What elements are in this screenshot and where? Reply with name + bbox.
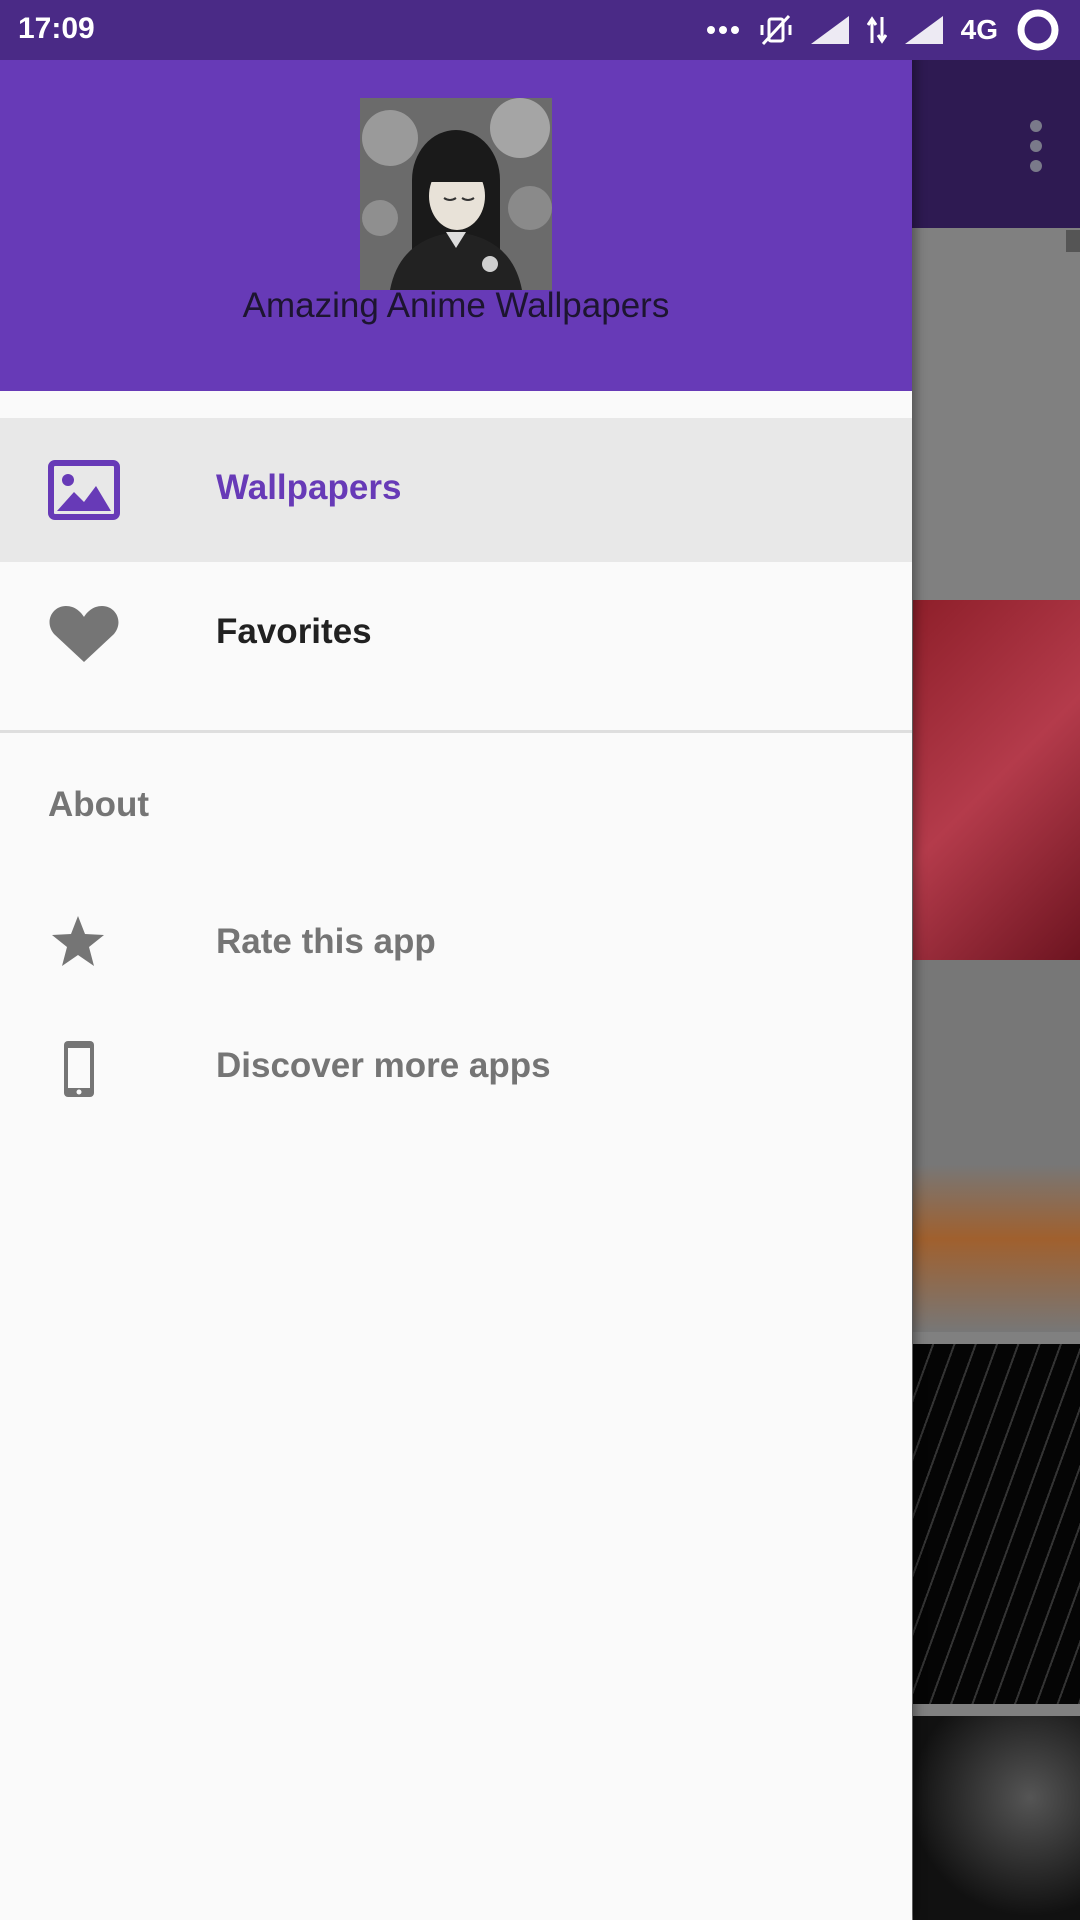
loading-ring-icon bbox=[1017, 9, 1059, 51]
star-icon bbox=[52, 916, 104, 966]
drawer-item-favorites[interactable]: Favorites bbox=[0, 562, 912, 706]
drawer-item-label: Favorites bbox=[216, 612, 372, 651]
drawer-header: Amazing Anime Wallpapers bbox=[0, 60, 912, 391]
overflow-menu-icon bbox=[1030, 120, 1042, 172]
drawer-item-label: Discover more apps bbox=[216, 1046, 551, 1085]
app-logo-image bbox=[360, 98, 552, 290]
wallpaper-thumbnail bbox=[913, 600, 1080, 960]
wallpaper-thumbnail bbox=[913, 1344, 1080, 1704]
image-icon bbox=[48, 460, 120, 520]
drawer-divider bbox=[0, 730, 912, 733]
navigation-drawer: Amazing Anime Wallpapers Wallpapers Favo… bbox=[0, 0, 912, 1920]
scroll-indicator bbox=[1066, 230, 1080, 252]
section-header-about: About bbox=[48, 785, 150, 824]
vibrate-off-icon bbox=[760, 14, 792, 46]
heart-icon bbox=[49, 606, 119, 662]
drawer-item-discover-apps[interactable]: Discover more apps bbox=[0, 1006, 912, 1126]
status-time: 17:09 bbox=[18, 12, 95, 45]
wallpaper-thumbnail bbox=[913, 960, 1080, 1332]
drawer-item-label: Rate this app bbox=[216, 922, 436, 961]
signal-icon bbox=[904, 16, 943, 44]
more-dots-icon bbox=[706, 26, 739, 34]
status-icons: 4G bbox=[705, 8, 1060, 52]
status-bar: 17:09 4G bbox=[0, 0, 1080, 60]
drawer-item-rate-app[interactable]: Rate this app bbox=[0, 880, 912, 1000]
data-arrows-icon bbox=[866, 16, 887, 44]
app-title: Amazing Anime Wallpapers bbox=[242, 286, 670, 325]
drawer-item-label: Wallpapers bbox=[216, 468, 402, 507]
network-type: 4G bbox=[960, 14, 998, 45]
drawer-item-wallpapers[interactable]: Wallpapers bbox=[0, 418, 912, 562]
wallpaper-thumbnail bbox=[913, 1716, 1080, 1920]
signal-icon bbox=[810, 16, 849, 44]
phone-icon bbox=[64, 1041, 94, 1097]
